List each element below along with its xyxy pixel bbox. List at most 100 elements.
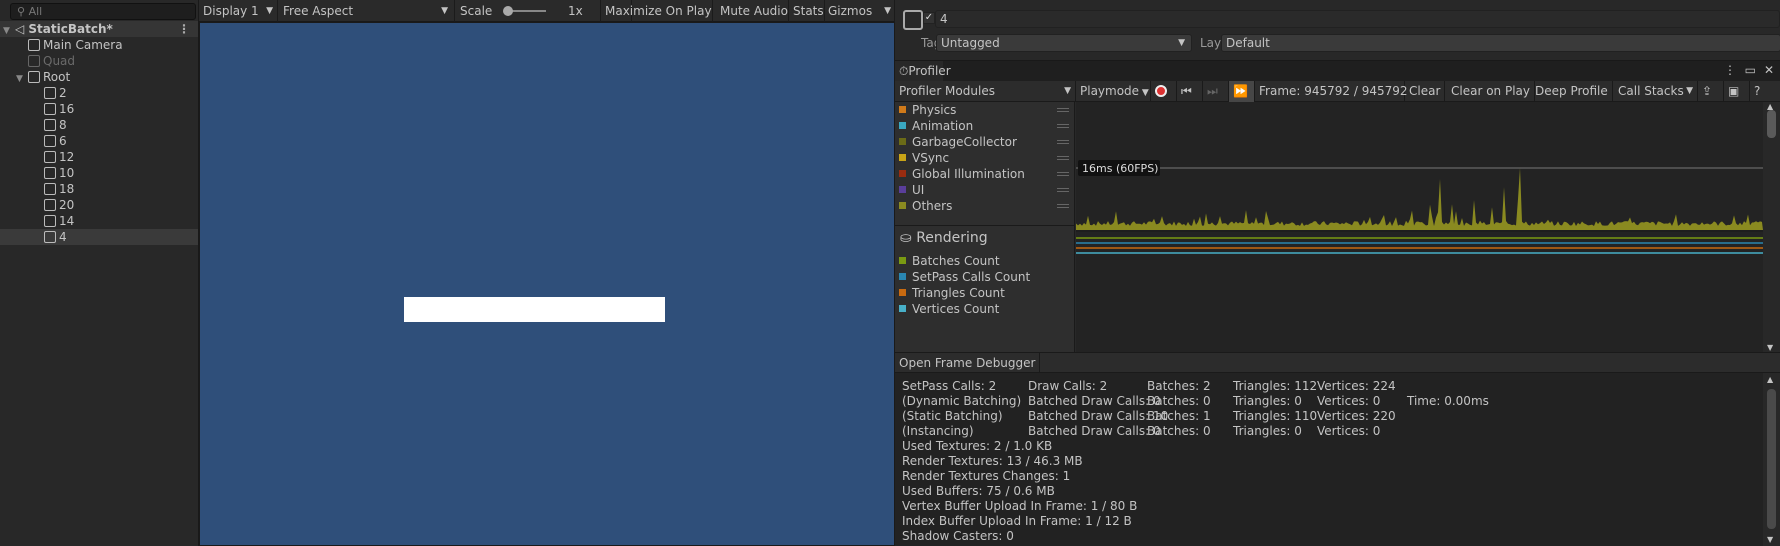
save-icon: ▣ (1728, 84, 1740, 98)
stat-line: Vertex Buffer Upload In Frame: 1 / 80 B (902, 499, 1138, 513)
hierarchy-item[interactable]: 16 (0, 101, 198, 117)
name-field[interactable]: 4 (935, 10, 1780, 28)
current-frame-button[interactable]: ⏩ (1229, 81, 1255, 102)
cpu-module-item[interactable]: UI (899, 182, 924, 198)
cube-icon (44, 167, 56, 179)
rendering-module-item[interactable]: Triangles Count (899, 285, 1005, 301)
color-swatch (899, 170, 906, 177)
hierarchy-item[interactable]: 4 (0, 229, 198, 245)
close-icon[interactable]: ✕ (1764, 63, 1774, 77)
record-button[interactable] (1151, 81, 1177, 102)
dropdown-arrow-icon: ▼ (1178, 38, 1185, 48)
help-button[interactable]: ? (1750, 81, 1780, 102)
scrollbar-thumb[interactable] (1767, 110, 1776, 138)
mute-audio-button[interactable]: Mute Audio (716, 0, 789, 22)
cpu-module-item[interactable]: GarbageCollector (899, 134, 1017, 150)
rendering-module-item[interactable]: SetPass Calls Count (899, 269, 1030, 285)
call-stacks-button[interactable]: Call Stacks ▼ (1614, 81, 1698, 102)
rendering-module-item[interactable]: Vertices Count (899, 301, 999, 317)
cube-icon (44, 183, 56, 195)
stat-value: Batches: 1 (1147, 409, 1211, 423)
cpu-module-item[interactable]: Global Illumination (899, 166, 1025, 182)
gameobject-icon[interactable] (903, 10, 923, 30)
tag-dropdown[interactable]: Untagged ▼ (936, 34, 1192, 52)
more-menu-icon[interactable]: ⋮ (1724, 63, 1736, 77)
stat-value: (Static Batching) (902, 409, 1003, 423)
stat-line: Render Textures Changes: 1 (902, 469, 1071, 483)
hierarchy-item[interactable]: 6 (0, 133, 198, 149)
maximize-on-play-button[interactable]: Maximize On Play (600, 0, 713, 22)
cpu-module-item[interactable]: Others (899, 198, 952, 214)
chart-scrollbar[interactable]: ▲ ▼ (1763, 102, 1780, 352)
stat-value: Vertices: 0 (1317, 394, 1381, 408)
display-dropdown[interactable]: Display 1 ▼ (199, 0, 278, 22)
maximize-icon[interactable]: ▭ (1745, 63, 1756, 77)
save-button[interactable]: ▣ (1724, 81, 1750, 102)
help-icon: ? (1754, 84, 1761, 98)
playmode-dropdown[interactable]: Playmode ▼ (1076, 81, 1151, 102)
drag-handle-icon[interactable] (1057, 156, 1069, 160)
hierarchy-item[interactable]: 14 (0, 213, 198, 229)
stat-value: Draw Calls: 2 (1028, 379, 1108, 393)
profiler-chart[interactable]: 16ms (60FPS) (1076, 102, 1763, 352)
previous-frame-icon: ⏮ (1181, 84, 1192, 98)
gizmos-dropdown[interactable]: Gizmos ▼ (824, 0, 895, 22)
aspect-dropdown[interactable]: Free Aspect ▼ (279, 0, 455, 22)
drag-handle-icon[interactable] (1057, 188, 1069, 192)
slider-handle[interactable] (503, 6, 513, 16)
color-swatch (899, 273, 906, 280)
deep-profile-button[interactable]: Deep Profile (1531, 81, 1613, 102)
active-checkbox[interactable]: ✓ (923, 12, 935, 24)
scene-row[interactable]: ▼ ◁ StaticBatch* ⋮ (0, 21, 198, 37)
stat-line: Used Textures: 2 / 1.0 KB (902, 439, 1053, 453)
rendering-icon: ⛀ (900, 230, 917, 246)
rendering-module-item[interactable]: Batches Count (899, 253, 1000, 269)
cpu-module-item[interactable]: Animation (899, 118, 973, 134)
hierarchy-item[interactable]: 8 (0, 117, 198, 133)
next-frame-button[interactable]: ⏭ (1203, 81, 1229, 102)
cpu-module-item[interactable]: Physics (899, 102, 956, 118)
game-view: Display 1 ▼ Free Aspect ▼ Scale 1x Maximiz… (199, 0, 895, 546)
hierarchy-search-input[interactable]: ⚲ All (10, 3, 196, 20)
hierarchy-item[interactable]: 12 (0, 149, 198, 165)
layer-dropdown[interactable]: Default (1221, 34, 1780, 52)
previous-frame-button[interactable]: ⏮ (1177, 81, 1203, 102)
stat-value: Vertices: 224 (1317, 379, 1396, 393)
hierarchy-item[interactable]: Main Camera (0, 37, 198, 53)
next-frame-icon: ⏭ (1207, 84, 1218, 98)
more-menu-icon[interactable]: ⋮ (178, 21, 190, 37)
drag-handle-icon[interactable] (1057, 140, 1069, 144)
hierarchy-item[interactable]: 20 (0, 197, 198, 213)
clear-button[interactable]: Clear (1405, 81, 1446, 102)
hierarchy-item[interactable]: ▼ Root (0, 69, 198, 85)
stats-button[interactable]: Stats (789, 0, 825, 22)
drag-handle-icon[interactable] (1057, 172, 1069, 176)
stat-value: SetPass Calls: 2 (902, 379, 997, 393)
stopwatch-icon: ⏱ (899, 64, 909, 78)
dropdown-arrow-icon: ▼ (884, 6, 891, 16)
load-button[interactable]: ⇪ (1698, 81, 1724, 102)
tab-profiler[interactable]: ⏱Profiler (895, 61, 951, 81)
stats-scrollbar[interactable]: ▲ ▼ (1763, 373, 1780, 546)
cpu-module-item[interactable]: VSync (899, 150, 949, 166)
cube-icon (44, 151, 56, 163)
clear-on-play-button[interactable]: Clear on Play (1447, 81, 1535, 102)
profiler-modules-dropdown[interactable]: Profiler Modules ▼ (895, 81, 1076, 102)
scrollbar-thumb[interactable] (1767, 389, 1776, 529)
drag-handle-icon[interactable] (1057, 204, 1069, 208)
game-viewport[interactable] (199, 22, 895, 546)
inspector-header: ✓ 4 Tag Untagged ▼ Layer Default (895, 0, 1780, 60)
drag-handle-icon[interactable] (1057, 124, 1069, 128)
hierarchy-item[interactable]: 18 (0, 181, 198, 197)
cube-icon (44, 87, 56, 99)
cube-icon (28, 55, 40, 67)
hierarchy-item[interactable]: 2 (0, 85, 198, 101)
stat-value: Time: 0.00ms (1407, 394, 1489, 408)
drag-handle-icon[interactable] (1057, 108, 1069, 112)
hierarchy-item[interactable]: Quad (0, 53, 198, 69)
rendering-module[interactable]: ⛀ Rendering Batches Count SetPass Calls C… (895, 225, 1075, 352)
profiler-module-list: Physics Animation GarbageCollector VSync Glo… (895, 102, 1075, 352)
open-frame-debugger-button[interactable]: Open Frame Debugger (895, 353, 1041, 374)
stat-value: Triangles: 112 (1233, 379, 1318, 393)
hierarchy-item[interactable]: 10 (0, 165, 198, 181)
